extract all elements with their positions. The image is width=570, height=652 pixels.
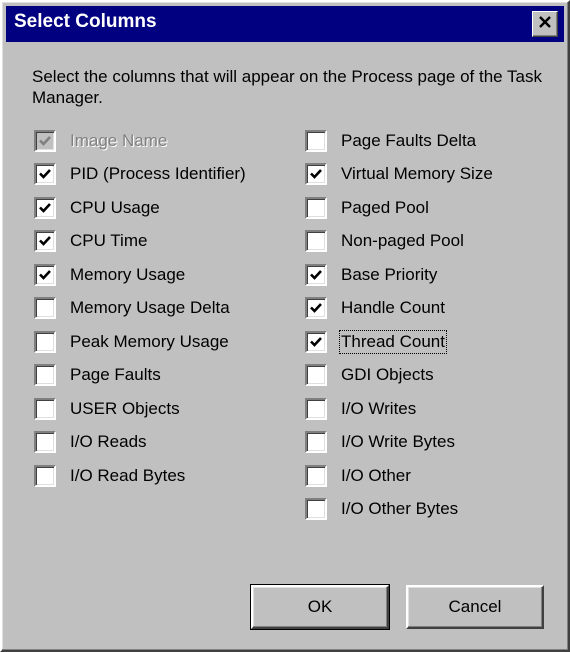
checkbox-i-o-write-bytes[interactable]: I/O Write Bytes: [305, 426, 493, 460]
checkbox-i-o-writes[interactable]: I/O Writes: [305, 392, 493, 426]
checkbox-cpu-usage[interactable]: CPU Usage: [34, 191, 246, 225]
checkbox-box[interactable]: [34, 163, 56, 186]
checkbox-label: I/O Other: [341, 465, 411, 485]
checkbox-label: Handle Count: [341, 298, 445, 318]
checkbox-box[interactable]: [305, 330, 327, 353]
checkbox-gdi-objects[interactable]: GDI Objects: [305, 359, 493, 393]
checkbox-paged-pool[interactable]: Paged Pool: [305, 191, 493, 225]
checkbox-box[interactable]: [305, 129, 327, 152]
checkbox-i-o-other-bytes[interactable]: I/O Other Bytes: [305, 493, 493, 527]
checkbox-label: Peak Memory Usage: [70, 331, 229, 351]
checkbox-label: I/O Write Bytes: [341, 432, 455, 452]
checkbox-box[interactable]: [34, 364, 56, 387]
checkbox-peak-memory-usage[interactable]: Peak Memory Usage: [34, 325, 246, 359]
checkmark-icon: [39, 202, 51, 213]
checkbox-user-objects[interactable]: USER Objects: [34, 392, 246, 426]
checkbox-page-faults[interactable]: Page Faults: [34, 359, 246, 393]
select-columns-dialog: Select Columns Select the columns that w…: [0, 0, 570, 652]
checkbox-label: Paged Pool: [341, 197, 429, 217]
checkmark-icon: [39, 236, 51, 247]
checkbox-label: Memory Usage: [70, 264, 186, 284]
checkbox-label: Virtual Memory Size: [341, 164, 493, 184]
checkbox-box[interactable]: [305, 431, 327, 454]
checkbox-cpu-time[interactable]: CPU Time: [34, 225, 246, 259]
checkbox-i-o-other[interactable]: I/O Other: [305, 459, 493, 493]
checkbox-image-name: Image Name: [34, 124, 246, 158]
checkbox-i-o-reads[interactable]: I/O Reads: [34, 426, 246, 460]
checkbox-non-paged-pool[interactable]: Non-paged Pool: [305, 225, 493, 259]
checkmark-icon: [310, 169, 322, 180]
checkbox-box[interactable]: [305, 230, 327, 253]
checkbox-box[interactable]: [34, 263, 56, 286]
right-checkbox-column: Page Faults Delta Virtual Memory Size Page…: [305, 124, 493, 526]
checkbox-box[interactable]: [34, 464, 56, 487]
checkbox-box[interactable]: [305, 297, 327, 320]
checkbox-memory-usage-delta[interactable]: Memory Usage Delta: [34, 292, 246, 326]
left-checkbox-column: Image Name PID (Process Identifier) CPU Us…: [34, 124, 246, 493]
intro-text: Select the columns that will appear on t…: [32, 67, 542, 107]
checkmark-icon: [310, 303, 322, 314]
checkbox-box[interactable]: [305, 196, 327, 219]
checkbox-label: Memory Usage Delta: [70, 298, 230, 318]
checkbox-label: Non-paged Pool: [341, 231, 464, 251]
checkmark-icon: [39, 269, 51, 280]
checkbox-box[interactable]: [305, 163, 327, 186]
checkbox-thread-count[interactable]: Thread Count: [305, 325, 493, 359]
checkbox-i-o-read-bytes[interactable]: I/O Read Bytes: [34, 459, 246, 493]
checkbox-page-faults-delta[interactable]: Page Faults Delta: [305, 124, 493, 158]
checkbox-handle-count[interactable]: Handle Count: [305, 292, 493, 326]
checkbox-label: USER Objects: [70, 398, 180, 418]
checkbox-memory-usage[interactable]: Memory Usage: [34, 258, 246, 292]
checkbox-box: [34, 129, 56, 152]
checkbox-pid-process-identifier[interactable]: PID (Process Identifier): [34, 158, 246, 192]
checkbox-box[interactable]: [305, 263, 327, 286]
checkbox-label: Image Name: [70, 130, 168, 150]
checkbox-label: GDI Objects: [341, 365, 434, 385]
checkbox-label: PID (Process Identifier): [70, 164, 246, 184]
close-button[interactable]: [532, 11, 558, 37]
checkmark-icon: [310, 269, 322, 280]
checkbox-label: I/O Read Bytes: [70, 465, 186, 485]
checkbox-label: CPU Time: [70, 231, 148, 251]
title-bar[interactable]: Select Columns: [6, 6, 564, 42]
window-title: Select Columns: [14, 11, 157, 32]
checkbox-box[interactable]: [34, 431, 56, 454]
checkbox-label: Page Faults: [70, 365, 161, 385]
checkbox-label: Thread Count: [339, 329, 447, 354]
checkbox-virtual-memory-size[interactable]: Virtual Memory Size: [305, 158, 493, 192]
checkbox-label: Base Priority: [341, 264, 438, 284]
checkbox-label: I/O Other Bytes: [341, 499, 459, 519]
checkbox-box[interactable]: [305, 464, 327, 487]
checkbox-box[interactable]: [34, 196, 56, 219]
checkbox-label: I/O Writes: [341, 398, 417, 418]
ok-button[interactable]: OK: [250, 584, 390, 630]
checkbox-box[interactable]: [305, 397, 327, 420]
checkbox-base-priority[interactable]: Base Priority: [305, 258, 493, 292]
checkbox-box[interactable]: [34, 330, 56, 353]
close-icon: [538, 15, 552, 34]
checkbox-label: Page Faults Delta: [341, 130, 477, 150]
checkbox-box[interactable]: [305, 364, 327, 387]
checkmark-icon: [39, 135, 51, 146]
checkbox-box[interactable]: [34, 297, 56, 320]
checkbox-box[interactable]: [34, 230, 56, 253]
checkbox-label: CPU Usage: [70, 197, 160, 217]
checkbox-label: I/O Reads: [70, 432, 147, 452]
checkmark-icon: [39, 169, 51, 180]
checkbox-box[interactable]: [305, 498, 327, 521]
checkmark-icon: [310, 336, 322, 347]
cancel-button[interactable]: Cancel: [406, 585, 544, 629]
checkbox-box[interactable]: [34, 397, 56, 420]
